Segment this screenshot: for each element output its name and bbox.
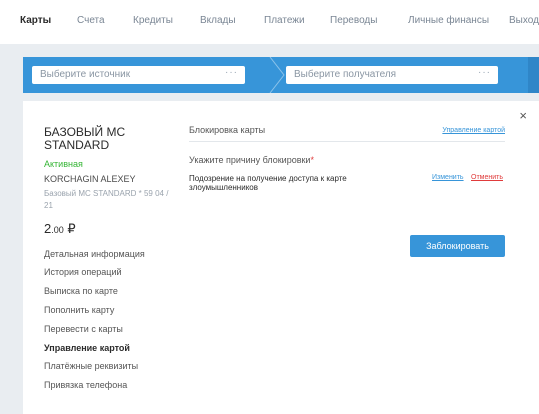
top-navigation: Карты Счета Кредиты Вклады Платежи Перев… [0, 0, 539, 44]
menu-item-history[interactable]: История операций [44, 267, 122, 277]
more-dots-icon: ··· [478, 67, 491, 78]
close-icon[interactable]: × [519, 109, 527, 122]
change-reason-link[interactable]: Изменить [432, 174, 464, 181]
card-detail-panel: × БАЗОВЫЙ MC STANDARD Активная KORCHAGIN… [23, 101, 539, 414]
block-card-title: Блокировка карты [189, 125, 266, 135]
card-holder-name: KORCHAGIN ALEXEY [44, 174, 136, 184]
nav-cards[interactable]: Карты [20, 15, 51, 26]
card-title: БАЗОВЫЙ MC STANDARD [44, 125, 126, 152]
more-dots-icon: ··· [225, 67, 238, 78]
block-reason-label: Укажите причину блокировки* [189, 155, 314, 165]
menu-item-statement[interactable]: Выписка по карте [44, 286, 118, 296]
card-product-info: Базовый MC STANDARD * 59 04 / 21 [44, 189, 169, 210]
menu-item-transfer-from-card[interactable]: Перевести с карты [44, 324, 123, 334]
recipient-placeholder: Выберите получателя [294, 69, 397, 80]
menu-item-top-up[interactable]: Пополнить карту [44, 305, 114, 315]
nav-personal-finance[interactable]: Личные финансы [408, 15, 489, 26]
currency-symbol: ₽ [67, 221, 76, 236]
menu-item-phone-binding[interactable]: Привязка телефона [44, 380, 127, 390]
cancel-reason-link[interactable]: Отменить [471, 174, 503, 181]
quick-transfer-bar: Выберите источник ··· Выберите получател… [23, 57, 539, 93]
required-mark: * [310, 155, 314, 165]
menu-item-payment-details[interactable]: Платёжные реквизиты [44, 361, 138, 371]
card-balance: 2.00 ₽ [44, 221, 76, 237]
card-status: Активная [44, 159, 83, 169]
menu-item-details[interactable]: Детальная информация [44, 249, 145, 259]
block-card-button[interactable]: Заблокировать [410, 235, 505, 257]
nav-payments[interactable]: Платежи [264, 15, 305, 26]
nav-deposits[interactable]: Вклады [200, 15, 236, 26]
nav-exit[interactable]: Выход [509, 15, 539, 26]
nav-credits[interactable]: Кредиты [133, 15, 173, 26]
reason-label-text: Укажите причину блокировки [189, 155, 311, 165]
recipient-select[interactable]: Выберите получателя ··· [286, 66, 498, 84]
block-reason-value: Подозрение на получение доступа к карте … [189, 174, 347, 192]
menu-item-card-management[interactable]: Управление картой [44, 343, 130, 353]
next-button[interactable] [528, 57, 539, 93]
source-placeholder: Выберите источник [40, 69, 131, 80]
source-select[interactable]: Выберите источник ··· [32, 66, 245, 84]
balance-decimal: .00 [51, 225, 64, 235]
nav-accounts[interactable]: Счета [77, 15, 105, 26]
manage-card-link[interactable]: Управление картой [442, 127, 505, 134]
block-card-header: Блокировка карты Управление картой [189, 125, 505, 142]
nav-transfers[interactable]: Переводы [330, 15, 377, 26]
